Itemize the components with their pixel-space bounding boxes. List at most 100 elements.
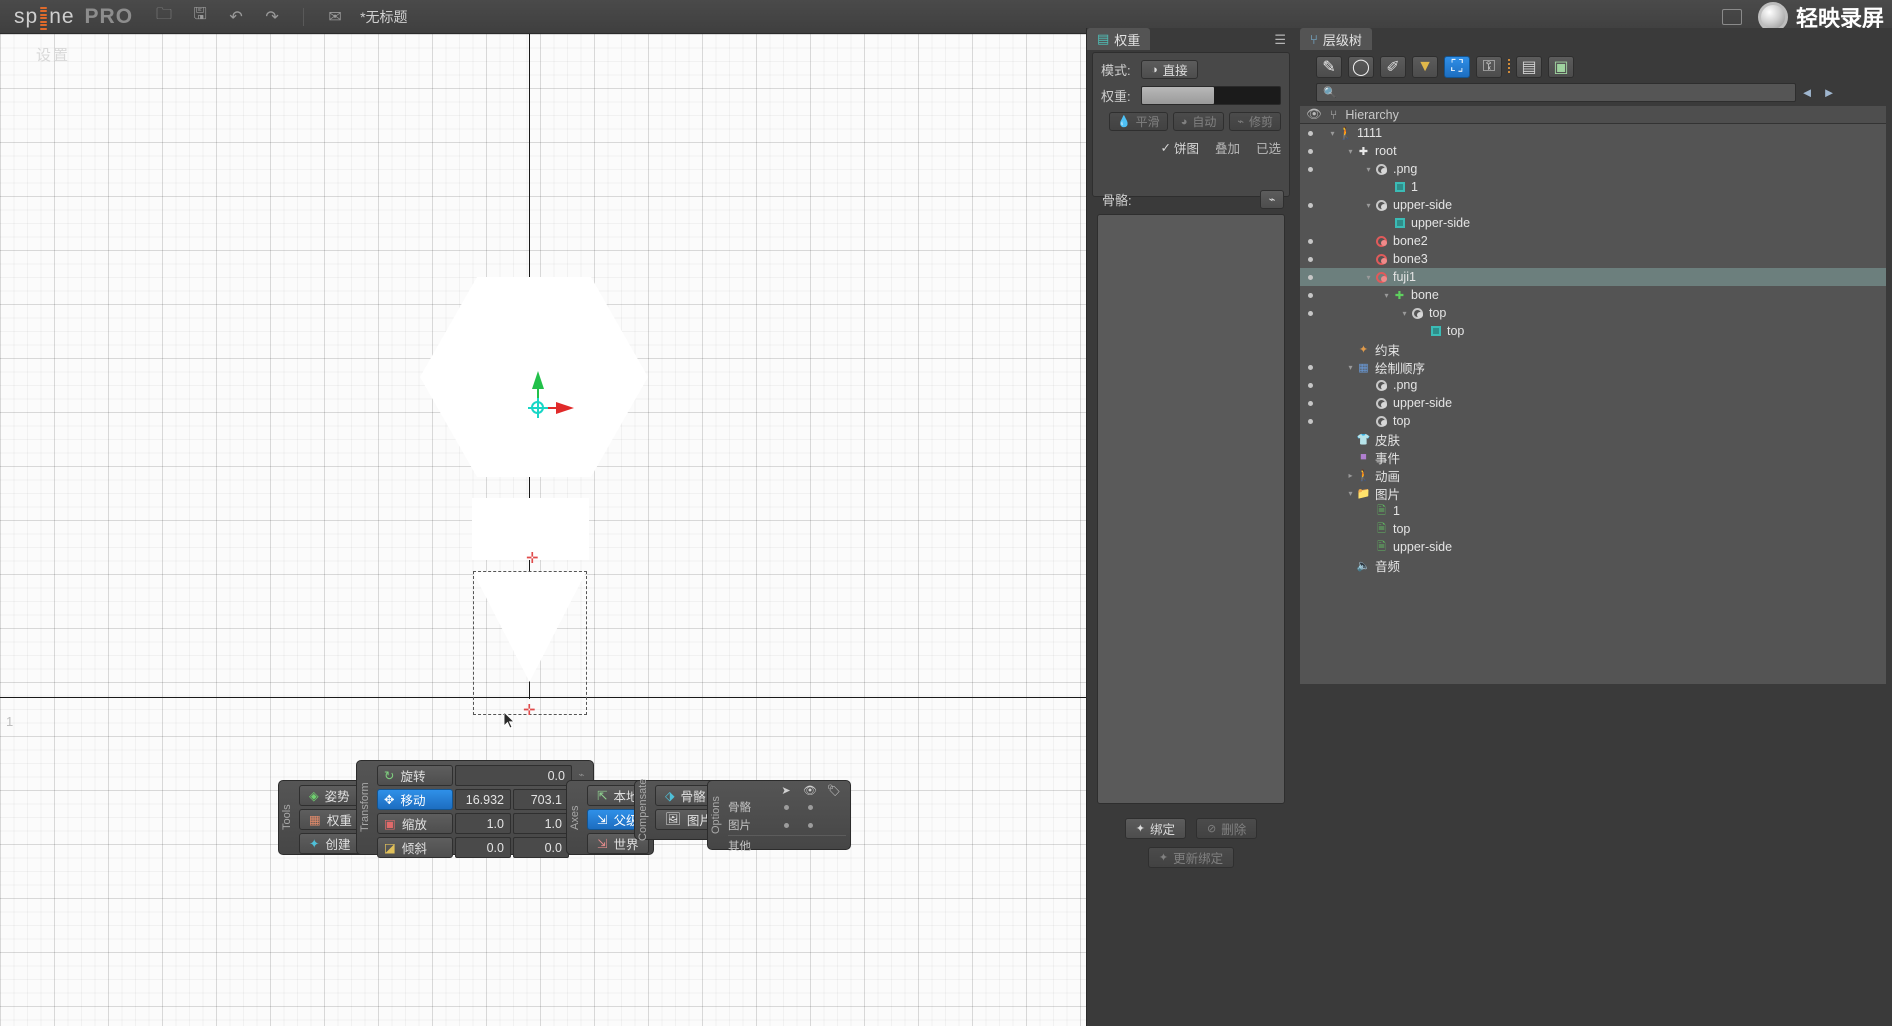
tree-visibility-dot[interactable]: [1308, 202, 1313, 208]
scale-value-x[interactable]: 1.0: [455, 813, 511, 834]
weights-bone-list[interactable]: [1097, 214, 1285, 804]
tree-expander-icon[interactable]: ▾: [1364, 273, 1373, 282]
tree-item-top[interactable]: ▾ top: [1300, 304, 1886, 322]
trim-button[interactable]: ⌁ 修剪: [1229, 112, 1281, 131]
tree-visibility-dot[interactable]: [1308, 256, 1313, 262]
tree-visibility-dot[interactable]: [1308, 130, 1313, 136]
scale-label-button[interactable]: ▣ 缩放: [377, 813, 453, 834]
shear-label-button[interactable]: ◪ 倾斜: [377, 837, 453, 858]
tree-item-top[interactable]: top: [1300, 322, 1886, 340]
options-bone-eye-dot[interactable]: [807, 804, 813, 810]
tree-visibility-dot[interactable]: [1308, 310, 1313, 316]
tab-weights[interactable]: ▤ 权重: [1087, 28, 1151, 50]
export-icon[interactable]: ✉: [324, 6, 346, 28]
tree-expander-icon[interactable]: ▾: [1364, 201, 1373, 210]
tag-icon[interactable]: 🏷: [822, 784, 846, 797]
expand-icon[interactable]: ▣: [1548, 56, 1574, 78]
tree-item-top[interactable]: 🗎 top: [1300, 520, 1886, 538]
tree-expander-icon[interactable]: ▾: [1364, 165, 1373, 174]
tree-expander-icon[interactable]: ▾: [1346, 147, 1355, 156]
overlay-checkbox[interactable]: 叠加: [1215, 138, 1240, 157]
tree-expander-icon[interactable]: ▾: [1382, 291, 1391, 300]
tree-visibility-dot[interactable]: [1308, 418, 1313, 424]
recorder-window-icon[interactable]: [1721, 9, 1742, 25]
tree-item-root[interactable]: ▾ ✚ root: [1300, 142, 1886, 160]
translate-value-y[interactable]: 703.1: [513, 789, 569, 810]
bind-button[interactable]: ✦ 绑定: [1124, 818, 1186, 839]
weights-menu-icon[interactable]: ☰: [1274, 32, 1286, 48]
tree-visibility-dot[interactable]: [1308, 382, 1313, 388]
translate-label-button[interactable]: ✥ 移动: [377, 789, 453, 810]
search-next-icon[interactable]: ►: [1818, 82, 1840, 102]
save-icon[interactable]: 🖫: [189, 6, 211, 28]
tool-weights-button[interactable]: ▦ 权重: [299, 809, 362, 830]
tree-item-1111[interactable]: ▾ 🚶 1111: [1300, 124, 1886, 142]
tree-item-1[interactable]: 1: [1300, 178, 1886, 196]
folder-icon[interactable]: 🗀: [153, 6, 175, 28]
tree-item--[interactable]: 👕 皮肤: [1300, 430, 1886, 448]
viewport-canvas[interactable]: 设置 1 ✛ ✛ 1: [0, 34, 1086, 1026]
selection-bounding-box[interactable]: [473, 571, 587, 715]
tree-item--[interactable]: ▾ ▦ 绘制顺序: [1300, 358, 1886, 376]
redo-icon[interactable]: ↷: [261, 6, 283, 28]
tree-item-upper-side[interactable]: ▾ upper-side: [1300, 196, 1886, 214]
tree-item-upper-side[interactable]: upper-side: [1300, 394, 1886, 412]
gizmo-origin-icon[interactable]: [531, 401, 544, 414]
options-image-eye-dot[interactable]: [807, 822, 813, 828]
tree-visibility-dot[interactable]: [1308, 274, 1313, 280]
tree-item-upper-side[interactable]: upper-side: [1300, 214, 1886, 232]
tree-item--png[interactable]: .png: [1300, 376, 1886, 394]
auto-button[interactable]: ◕ 自动: [1172, 112, 1225, 131]
tree-item-top[interactable]: top: [1300, 412, 1886, 430]
search-box[interactable]: 🔍: [1316, 82, 1796, 102]
pie-chart-checkbox[interactable]: ✓ 饼图: [1160, 138, 1199, 157]
tree-expander-icon[interactable]: ▾: [1400, 309, 1409, 318]
gizmo-x-arrow-icon[interactable]: [556, 402, 574, 414]
tree-item--[interactable]: ▾ 📁 图片: [1300, 484, 1886, 502]
smooth-button[interactable]: 💧 平滑: [1108, 112, 1168, 131]
options-bone-cursor-dot[interactable]: [783, 804, 789, 810]
tree-visibility-dot[interactable]: [1308, 238, 1313, 244]
bone-transform-gizmo[interactable]: [528, 371, 588, 421]
tree-expander-icon[interactable]: ▸: [1346, 471, 1355, 480]
circle-icon[interactable]: ◯: [1348, 56, 1374, 78]
scale-value-y[interactable]: 1.0: [513, 813, 569, 834]
tree-visibility-dot[interactable]: [1308, 166, 1313, 172]
weight-slider[interactable]: [1140, 86, 1281, 105]
tree-item--[interactable]: 🔈 音频: [1300, 556, 1886, 574]
tree-expander-icon[interactable]: ▾: [1346, 489, 1355, 498]
pencil-icon[interactable]: ✐: [1380, 56, 1406, 78]
tree-expander-icon[interactable]: ▾: [1328, 129, 1337, 138]
tree-item--[interactable]: ✦ 约束: [1300, 340, 1886, 358]
crosshair-icon[interactable]: ⛶: [1444, 56, 1470, 78]
brush-icon[interactable]: ✎: [1316, 56, 1342, 78]
tree-item-fuji1[interactable]: ▾ fuji1: [1300, 268, 1886, 286]
tree-item--png[interactable]: ▾ .png: [1300, 160, 1886, 178]
shear-value-y[interactable]: 0.0: [513, 837, 569, 858]
eye-icon[interactable]: 👁: [798, 784, 822, 797]
delete-bind-button[interactable]: ⊘ 删除: [1196, 818, 1258, 839]
rotate-label-button[interactable]: ↻ 旋转: [377, 765, 453, 786]
tree-item--[interactable]: ■ 事件: [1300, 448, 1886, 466]
tree-visibility-dot[interactable]: [1308, 400, 1313, 406]
filter-icon[interactable]: ▼: [1412, 56, 1438, 78]
gizmo-y-arrow-icon[interactable]: [532, 371, 544, 389]
tab-hierarchy[interactable]: ⑂ 层级树: [1300, 28, 1372, 50]
bones-picker-button[interactable]: ⌁: [1260, 189, 1284, 209]
translate-value-x[interactable]: 16.932: [455, 789, 511, 810]
shear-value-x[interactable]: 0.0: [455, 837, 511, 858]
rotate-value-x[interactable]: 0.0: [455, 765, 572, 786]
search-input[interactable]: [1341, 85, 1762, 99]
tree-item-bone3[interactable]: bone3: [1300, 250, 1886, 268]
hierarchy-tree[interactable]: ▾ 🚶 1111 ▾ ✚ root ▾ .png 1 ▾ upper-side upper-side b…: [1300, 124, 1886, 684]
tree-item-bone[interactable]: ▾ ✚ bone: [1300, 286, 1886, 304]
cursor-icon[interactable]: ➤: [774, 784, 798, 797]
tool-create-button[interactable]: ✦ 创建: [299, 833, 362, 854]
update-bind-button[interactable]: ✦ 更新绑定: [1147, 847, 1235, 868]
tree-expander-icon[interactable]: ▾: [1346, 363, 1355, 372]
undo-icon[interactable]: ↶: [225, 6, 247, 28]
options-image-cursor-dot[interactable]: [783, 822, 789, 828]
selected-checkbox[interactable]: 已选: [1256, 138, 1281, 157]
search-prev-icon[interactable]: ◄: [1796, 82, 1818, 102]
collapse-icon[interactable]: ▤: [1516, 56, 1542, 78]
